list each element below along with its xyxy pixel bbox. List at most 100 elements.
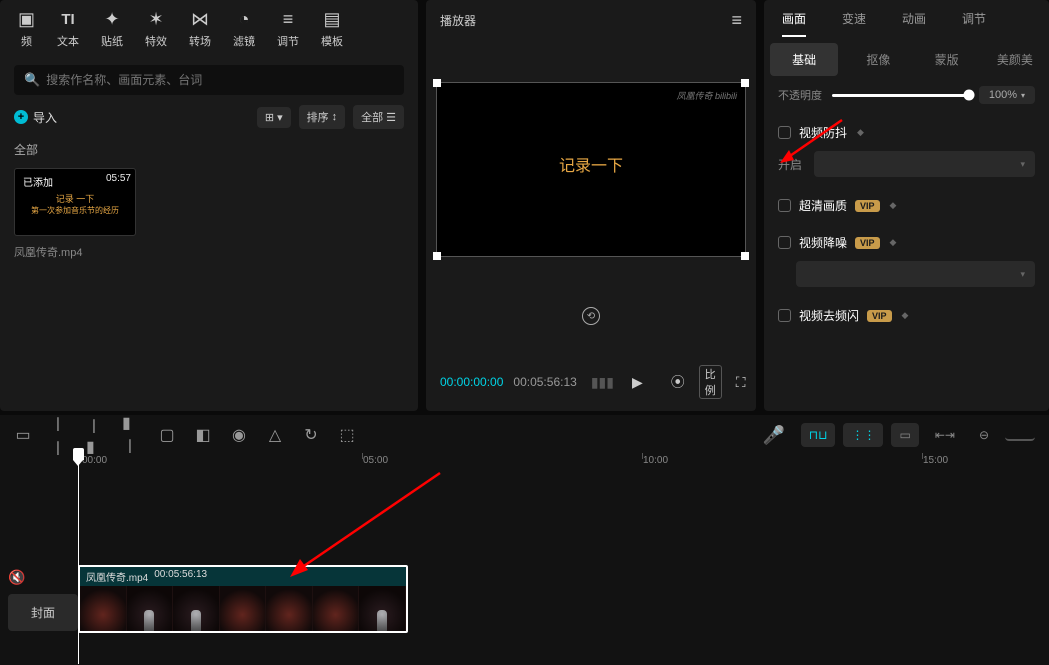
tab-transition[interactable]: ⋈转场 <box>179 4 221 53</box>
clip-duration: 00:05:56:13 <box>154 569 207 584</box>
tab-text[interactable]: TI文本 <box>47 4 89 53</box>
ratio-button[interactable]: 比例 <box>699 365 722 399</box>
template-icon: ▤ <box>324 8 341 30</box>
denoise-section: 视频降噪 VIP ◆ x ▾ <box>778 234 1035 287</box>
resize-handle-br[interactable] <box>741 252 749 260</box>
sync-icon[interactable]: ⟲ <box>582 307 600 325</box>
zoom-slider[interactable] <box>1005 429 1035 441</box>
resize-handle-tl[interactable] <box>433 79 441 87</box>
clip-thumb <box>80 586 127 633</box>
fullscreen-icon[interactable]: ⛶ <box>732 372 750 393</box>
media-item[interactable]: 已添加 05:57 记录 一下 第一次参加音乐节的经历 凤凰传奇.mp4 <box>14 168 136 260</box>
crop-icon[interactable]: ⬚ <box>338 426 356 444</box>
columns-icon[interactable]: ▮▮▮ <box>587 372 618 393</box>
resize-handle-tr[interactable] <box>741 79 749 87</box>
resize-handle-bl[interactable] <box>433 252 441 260</box>
linkage-icon[interactable]: ⋮⋮ <box>843 423 883 447</box>
preview-icon[interactable]: ▭ <box>891 423 918 447</box>
cover-button[interactable]: 封面 <box>8 594 78 631</box>
split-left-icon[interactable]: 〡▮ <box>86 426 104 444</box>
vip-badge: VIP <box>855 200 880 212</box>
player-menu-icon[interactable]: ≡ <box>731 10 742 31</box>
magnet-icon[interactable]: ⊓⊔ <box>801 423 836 447</box>
track-expand-icon[interactable]: ⇤⇥ <box>927 423 963 447</box>
filter-icon: ◔ <box>239 8 250 30</box>
subtab-beauty[interactable]: 美颜美 <box>981 43 1049 76</box>
ruler-tick: 00:00 <box>82 455 107 466</box>
denoise-mode-select[interactable]: ▾ <box>796 261 1035 287</box>
clip-thumb <box>313 586 360 633</box>
play-button[interactable]: ▶ <box>628 372 647 393</box>
subtab-mask[interactable]: 蒙版 <box>913 43 981 76</box>
player-panel: 播放器 ≡ 凤凰传奇 bilibili 记录一下 ⟲ 00:00:00:00 0… <box>426 0 756 411</box>
split-tool-icon[interactable]: 〡〡 <box>50 426 68 444</box>
transition-icon: ⋈ <box>191 8 209 30</box>
deflicker-checkbox[interactable] <box>778 309 791 322</box>
tab-animation[interactable]: 动画 <box>884 0 944 37</box>
player-canvas[interactable]: 凤凰传奇 bilibili 记录一下 <box>436 82 746 257</box>
clip-thumb <box>220 586 267 633</box>
video-track[interactable]: 凤凰传奇.mp4 00:05:56:13 <box>78 565 1049 635</box>
props-sub-tabs: 基础 抠像 蒙版 美颜美 <box>764 43 1049 76</box>
opacity-slider[interactable] <box>832 94 969 97</box>
ruler-tick: 10:00 <box>643 455 668 466</box>
clip-thumb <box>359 586 406 633</box>
reverse-icon[interactable]: ◉ <box>230 426 248 444</box>
target-icon[interactable]: ⦿ <box>667 370 689 394</box>
subtab-cutout[interactable]: 抠像 <box>844 43 912 76</box>
tab-adjust[interactable]: ≡调节 <box>267 4 309 53</box>
mute-icon[interactable]: 🔇 <box>8 569 78 586</box>
tab-color[interactable]: 调节 <box>944 0 1004 37</box>
clip-thumb <box>266 586 313 633</box>
adjust-icon: ≡ <box>283 8 294 30</box>
thumb-caption-1: 记录 一下 <box>56 192 95 205</box>
hq-checkbox[interactable] <box>778 199 791 212</box>
tab-picture[interactable]: 画面 <box>764 0 824 37</box>
slider-knob[interactable] <box>963 90 974 101</box>
clip-thumbnails <box>80 586 406 633</box>
zoom-out-icon[interactable]: ⊖ <box>971 423 997 447</box>
clip-thumb <box>127 586 174 633</box>
media-thumbnail[interactable]: 已添加 05:57 记录 一下 第一次参加音乐节的经历 <box>14 168 136 236</box>
clip-filename: 凤凰传奇.mp4 <box>86 569 148 584</box>
diamond-icon: ◆ <box>890 237 897 248</box>
opacity-label: 不透明度 <box>778 87 822 103</box>
mirror-icon[interactable]: △ <box>266 426 284 444</box>
tab-speed[interactable]: 变速 <box>824 0 884 37</box>
mic-icon[interactable]: 🎤 <box>765 426 783 444</box>
view-mode-button[interactable]: ⊞ ▾ <box>257 107 291 128</box>
subtab-basic[interactable]: 基础 <box>770 43 838 76</box>
search-icon: 🔍 <box>24 72 40 88</box>
tab-template[interactable]: ▤模板 <box>311 4 353 53</box>
delete-icon[interactable]: ▢ <box>158 426 176 444</box>
freeze-icon[interactable]: ◧ <box>194 426 212 444</box>
import-button[interactable]: + 导入 <box>14 109 57 126</box>
vip-badge: VIP <box>855 237 880 249</box>
time-current: 00:00:00:00 <box>440 375 503 389</box>
opacity-control: 不透明度 100%▾ <box>778 86 1035 104</box>
split-right-icon[interactable]: ▮〡 <box>122 426 140 444</box>
clip-thumb <box>173 586 220 633</box>
properties-panel: 画面 变速 动画 调节 基础 抠像 蒙版 美颜美 不透明度 100%▾ <box>764 0 1049 411</box>
canvas-watermark: 凤凰传奇 bilibili <box>676 89 737 102</box>
playhead[interactable] <box>78 454 79 664</box>
timeline-ruler[interactable]: 00:00 05:00 10:00 15:00 <box>78 455 1049 475</box>
opacity-value[interactable]: 100%▾ <box>979 86 1035 104</box>
text-icon: TI <box>61 8 74 30</box>
search-bar[interactable]: 🔍 <box>14 65 404 95</box>
sort-button[interactable]: 排序 ↕ <box>299 105 346 129</box>
tab-filter[interactable]: ◔滤镜 <box>223 4 265 53</box>
props-main-tabs: 画面 变速 动画 调节 <box>764 0 1049 37</box>
filter-all-button[interactable]: 全部 ☰ <box>353 105 404 129</box>
select-tool-icon[interactable]: ▭ <box>14 426 32 444</box>
ruler-tick: 15:00 <box>923 455 948 466</box>
rotate-icon[interactable]: ↻ <box>302 426 320 444</box>
search-input[interactable] <box>46 73 394 87</box>
sticker-icon: ✦ <box>104 8 119 30</box>
tab-video[interactable]: ▣频 <box>8 4 45 53</box>
denoise-checkbox[interactable] <box>778 236 791 249</box>
player-controls: 00:00:00:00 00:05:56:13 ▮▮▮ ▶ ⦿ 比例 ⛶ <box>426 353 756 411</box>
tab-effect[interactable]: ✶特效 <box>135 4 177 53</box>
tab-sticker[interactable]: ✦贴纸 <box>91 4 133 53</box>
diamond-icon: ◆ <box>857 127 864 138</box>
